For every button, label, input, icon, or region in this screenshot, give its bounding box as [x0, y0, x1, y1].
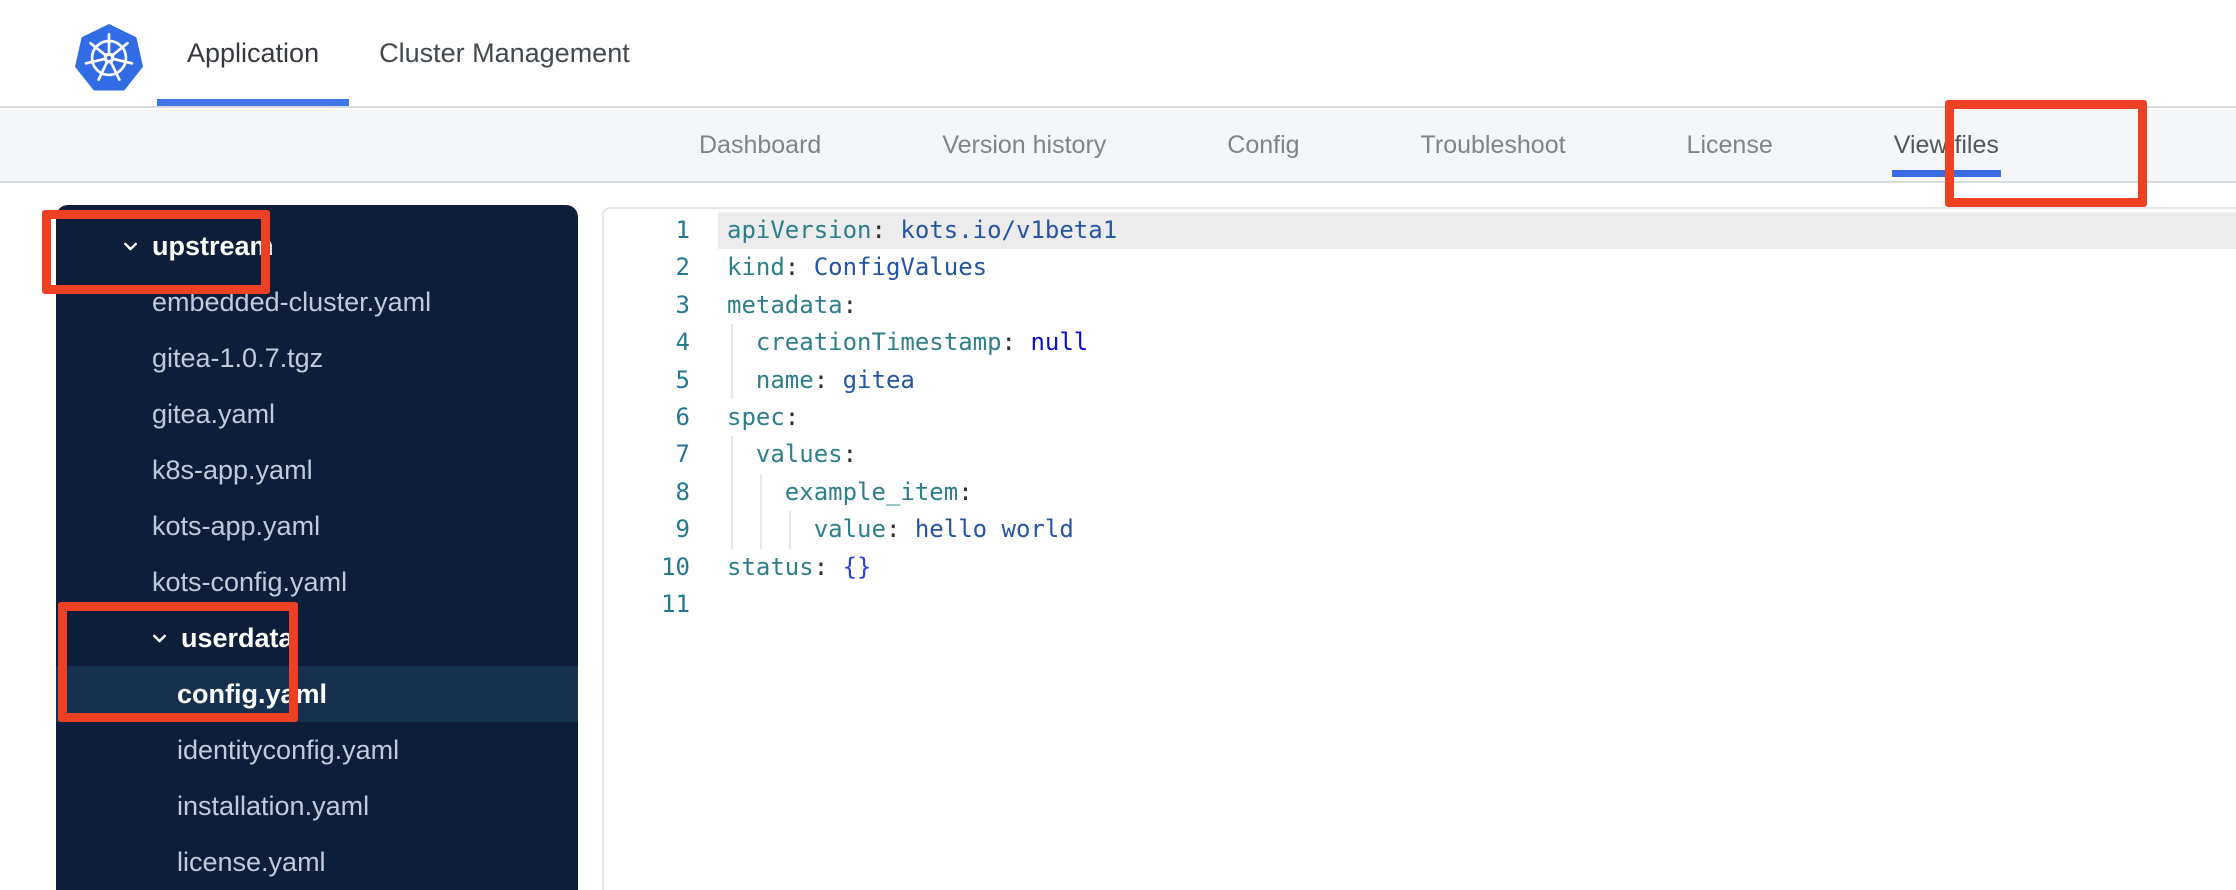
file-tree-item-license-yaml[interactable]: license.yaml — [56, 834, 578, 890]
file-tree-item-identityconfig-yaml[interactable]: identityconfig.yaml — [56, 722, 578, 778]
subnav-tab-troubleshoot[interactable]: Troubleshoot — [1419, 110, 1568, 181]
code-line-9: 9 value: hello world — [604, 511, 2236, 549]
code-line-content: status: {} — [727, 552, 872, 581]
chevron-down-icon — [124, 242, 137, 250]
file-tree-item-kots-config-yaml[interactable]: kots-config.yaml — [56, 554, 578, 610]
file-label: installation.yaml — [177, 790, 370, 821]
header-tab-application[interactable]: Application — [157, 0, 350, 106]
header-tab-cluster-management[interactable]: Cluster Management — [349, 0, 660, 106]
file-label: config.yaml — [177, 678, 328, 709]
subnav-tab-config[interactable]: Config — [1225, 110, 1301, 181]
code-line-content: spec: — [727, 402, 800, 431]
code-line-content: metadata: — [727, 290, 858, 319]
file-label: identityconfig.yaml — [177, 734, 400, 765]
file-tree-item-upstream[interactable]: upstream — [56, 218, 578, 274]
file-tree-item-k8s-app-yaml[interactable]: k8s-app.yaml — [56, 442, 578, 498]
code-line-7: 7 values: — [604, 436, 2236, 474]
code-line-content: kind: ConfigValues — [727, 253, 988, 282]
subnav-tabs: Dashboard Version history Config Troublesho… — [697, 110, 2002, 181]
subnav-tab-view-files[interactable]: View files — [1891, 110, 2002, 181]
file-tree-item-config-yaml[interactable]: config.yaml — [56, 666, 578, 722]
code-line-2: 2 kind: ConfigValues — [604, 249, 2236, 286]
code-line-content: creationTimestamp: null — [755, 328, 1089, 357]
app-subnav: Dashboard Version history Config Troublesho… — [0, 110, 2236, 183]
yaml-code-editor[interactable]: 1 apiVersion: kots.io/v1beta1 2 kind: Confi… — [602, 207, 2236, 890]
code-line-content: apiVersion: kots.io/v1beta1 — [727, 216, 1118, 244]
top-header: Application Cluster Management — [0, 0, 2236, 108]
file-tree-item-kots-app-yaml[interactable]: kots-app.yaml — [56, 498, 578, 554]
file-tree-item-userdata[interactable]: userdata — [56, 610, 578, 666]
file-tree-item-gitea-yaml[interactable]: gitea.yaml — [56, 386, 578, 442]
file-tree-item-installation-yaml[interactable]: installation.yaml — [56, 778, 578, 834]
file-tree-item-embedded-cluster-yaml[interactable]: embedded-cluster.yaml — [56, 274, 578, 330]
code-line-8: 8 example_item: — [604, 473, 2236, 512]
code-line-content: example_item: — [784, 477, 973, 506]
file-tree-item-gitea-1-0-7-tgz[interactable]: gitea-1.0.7.tgz — [56, 330, 578, 386]
kots-admin-console: Application Cluster Management Dashboard V… — [0, 0, 2236, 890]
subnav-tab-dashboard[interactable]: Dashboard — [697, 110, 823, 181]
code-line-4: 4 creationTimestamp: null — [604, 324, 2236, 362]
file-label: gitea-1.0.7.tgz — [152, 342, 324, 373]
chevron-down-icon — [153, 634, 166, 642]
code-line-content: value: hello world — [813, 515, 1074, 544]
file-label: kots-config.yaml — [152, 566, 348, 597]
file-label: k8s-app.yaml — [152, 454, 313, 485]
folder-label: upstream — [152, 230, 274, 261]
code-line-6: 6 spec: — [604, 399, 2236, 436]
subnav-tab-license[interactable]: License — [1685, 110, 1775, 181]
subnav-tab-version-history[interactable]: Version history — [940, 110, 1108, 181]
code-line-1: 1 apiVersion: kots.io/v1beta1 — [604, 212, 2236, 250]
code-line-5: 5 name: gitea — [604, 361, 2236, 399]
code-line-content: name: gitea — [755, 365, 915, 394]
code-line-11: 11 — [604, 586, 2236, 623]
file-label: kots-app.yaml — [152, 510, 321, 541]
header-tabs: Application Cluster Management — [157, 0, 660, 106]
file-tree-sidebar: upstream embedded-cluster.yaml gitea-1.0.7… — [56, 205, 578, 890]
kubernetes-logo-icon — [74, 24, 144, 91]
file-label: gitea.yaml — [152, 398, 276, 429]
code-line-3: 3 metadata: — [604, 287, 2236, 324]
code-line-10: 10 status: {} — [604, 549, 2236, 586]
code-line-content: values: — [755, 440, 858, 469]
file-label: embedded-cluster.yaml — [152, 286, 432, 317]
file-label: license.yaml — [177, 846, 326, 877]
folder-label: userdata — [181, 622, 294, 653]
line-number: 11 — [661, 589, 690, 618]
